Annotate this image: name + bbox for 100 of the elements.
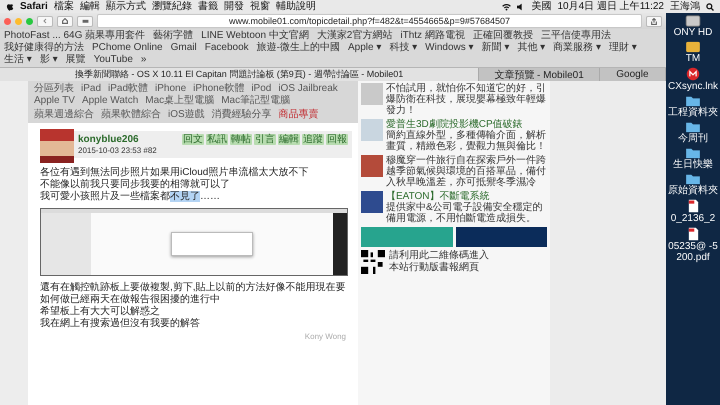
post-text: 各位有遇到無法同步照片如果用iCloud照片串流檔太大放不下: [40, 167, 310, 178]
menu-item[interactable]: 視窗: [250, 0, 270, 12]
bookmark-link[interactable]: 科技 ▾: [389, 42, 418, 54]
forum-nav-link[interactable]: iOS Jailbreak: [278, 83, 338, 95]
forum-nav-link[interactable]: Mac桌上型電腦: [145, 95, 214, 107]
forum-nav-link[interactable]: 蘋果週邊綜合: [34, 109, 94, 121]
clock[interactable]: 10月4日 週日 上午11:22: [557, 0, 664, 12]
wifi-icon[interactable]: [502, 2, 512, 10]
post-action-button[interactable]: 回文: [182, 134, 204, 145]
back-button[interactable]: [37, 16, 53, 26]
post-text: 希望板上有大大可以解惑之: [40, 306, 161, 318]
forum-nav-link[interactable]: iPhone: [155, 83, 186, 95]
desktop-icon-label[interactable]: TM: [667, 53, 719, 64]
desktop-icon-label[interactable]: 原始資料夾: [667, 185, 719, 196]
menu-item[interactable]: 瀏覽紀錄: [152, 0, 192, 12]
photo-placeholder: [361, 155, 383, 177]
promo-title[interactable]: 【EATON】不斷電系統: [386, 191, 547, 202]
bookmark-link[interactable]: »: [140, 54, 146, 66]
forum-nav-link[interactable]: iPad: [81, 83, 102, 95]
bookmark-link[interactable]: PhotoFast ... 64G 蘋果專用套件: [4, 30, 146, 42]
desktop-icon-label[interactable]: 今周刊: [667, 133, 719, 144]
qr-caption: 請利用此二維條碼進入: [389, 250, 489, 262]
desktop-icon-label[interactable]: 0_2136_2: [667, 213, 719, 224]
promo-title[interactable]: 愛普生3D劇院投影機CP值破錶: [386, 119, 547, 130]
bookmark-link[interactable]: Apple ▾: [348, 42, 382, 54]
bookmark-link[interactable]: Windows ▾: [425, 42, 474, 54]
browser-tab[interactable]: Google: [600, 68, 666, 81]
forum-nav-link[interactable]: iPhone軟體: [193, 83, 244, 95]
forum-nav-link[interactable]: 分區列表: [34, 83, 74, 95]
post-action-button[interactable]: 回報: [326, 134, 348, 145]
desktop-icon-label[interactable]: 05235@ -5200.pdf: [667, 241, 719, 263]
bookmark-link[interactable]: PChome Online: [92, 42, 163, 54]
forum-nav-link[interactable]: Apple Watch: [82, 95, 138, 107]
photo-placeholder: [361, 83, 383, 105]
post-action-button[interactable]: 轉帖: [230, 134, 252, 145]
bookmark-link[interactable]: Gmail: [170, 42, 197, 54]
user-name[interactable]: 王海鴻: [670, 0, 700, 12]
bookmark-link[interactable]: 影 ▾: [40, 54, 58, 66]
photo-placeholder: [361, 119, 383, 141]
bookmark-link[interactable]: iThtz 網路電視: [400, 30, 465, 42]
avatar-photo-placeholder: [40, 129, 74, 163]
bookmark-link[interactable]: Facebook: [204, 42, 249, 54]
print-button[interactable]: [77, 16, 93, 26]
bookmark-link[interactable]: 生活 ▾: [4, 54, 32, 66]
forum-nav-link[interactable]: 蘋果軟體綜合: [101, 109, 161, 121]
menu-item[interactable]: 顯示方式: [106, 0, 146, 12]
input-source[interactable]: 美國: [531, 0, 552, 12]
chevron-left-icon: [43, 18, 47, 24]
bookmark-link[interactable]: 大漢家2官方網站: [316, 30, 392, 42]
post-text: 還有在觸控軌跡板上要做複製,剪下,貼上以前的方法好像不能用現在要如何做已經兩天在做報告很困擾的進行中: [40, 282, 346, 306]
pdf-file-icon: [688, 227, 698, 241]
browser-tab[interactable]: 文章預覽 - Mobile01: [479, 68, 600, 81]
menu-item[interactable]: 開發: [224, 0, 244, 12]
bookmark-link[interactable]: 三平信使專用法: [540, 30, 611, 42]
bookmark-link[interactable]: 展覽: [66, 54, 86, 66]
forum-nav-link[interactable]: Mac筆記型電腦: [221, 95, 290, 107]
bookmark-link[interactable]: 我好健康得的方法: [4, 42, 84, 54]
desktop-icon-label[interactable]: 生日快樂: [667, 159, 719, 170]
folder-icon: [685, 173, 701, 185]
bookmark-link[interactable]: LINE Webtoon 中文官網: [201, 30, 309, 42]
bookmark-link[interactable]: 旅遊-微生上的中國: [256, 42, 340, 54]
bookmark-link[interactable]: 正確回覆教授: [472, 30, 533, 42]
forum-nav-link[interactable]: Apple TV: [34, 95, 75, 107]
menu-item[interactable]: 檔案: [54, 0, 74, 12]
desktop-icon-label[interactable]: CXsync.lnk: [667, 81, 719, 92]
address-field[interactable]: www.mobile01.com/topicdetail.php?f=482&t=4554665&p=9#57684507: [97, 14, 642, 28]
apple-logo-icon[interactable]: [6, 2, 14, 11]
forum-nav-link[interactable]: 消費經驗分享: [212, 109, 272, 121]
bookmark-link[interactable]: 藝術字體: [153, 30, 194, 42]
post-action-button[interactable]: 私訊: [206, 134, 228, 145]
qr-caption: 本站行動版書報網頁: [389, 262, 480, 274]
post-action-button[interactable]: 追蹤: [302, 134, 324, 145]
forum-nav-link[interactable]: iPad軟體: [108, 83, 148, 95]
share-button[interactable]: [646, 16, 662, 26]
bookmark-link[interactable]: 商業服務 ▾: [553, 42, 601, 54]
search-icon[interactable]: [706, 2, 714, 10]
menu-item[interactable]: Safari: [20, 0, 48, 12]
bookmark-link[interactable]: YouTube: [94, 54, 133, 66]
author-name[interactable]: konyblue206: [78, 134, 157, 145]
desktop-icon-label[interactable]: ONY HD: [667, 27, 719, 38]
menu-item[interactable]: 書籤: [198, 0, 218, 12]
app-icon: [686, 67, 700, 81]
home-button[interactable]: [57, 16, 73, 26]
menu-item[interactable]: 輔助說明: [276, 0, 316, 12]
post-action-button[interactable]: 引言: [254, 134, 276, 145]
pdf-file-icon: [688, 199, 698, 213]
menu-item[interactable]: 編輯: [80, 0, 100, 12]
post-text: 不能像以前我只要同步我要的相簿就可以了: [40, 179, 231, 190]
promo-text: 提供家中&公司電子設備安全穩定的備用電源，不用怕斷電造成損失。: [386, 202, 544, 224]
bookmark-link[interactable]: 理財 ▾: [608, 42, 637, 54]
browser-tab[interactable]: 換季新聞聯絡 - OS X 10.11 El Capitan 問題討論板 (第9頁) - 週帶討論區 - Mobile01: [0, 68, 480, 81]
drive-icon: [685, 41, 701, 53]
folder-icon: [685, 95, 701, 107]
forum-nav-link[interactable]: iOS遊戲: [168, 109, 205, 121]
desktop-icon-label[interactable]: 工程資料夾: [667, 107, 719, 118]
post-action-button[interactable]: 編輯: [278, 134, 300, 145]
bookmark-link[interactable]: 其他 ▾: [517, 42, 546, 54]
forum-nav-link[interactable]: iPod: [251, 83, 272, 95]
forum-nav-link[interactable]: 商品專賣: [278, 109, 319, 121]
bookmark-link[interactable]: 新聞 ▾: [482, 42, 510, 54]
